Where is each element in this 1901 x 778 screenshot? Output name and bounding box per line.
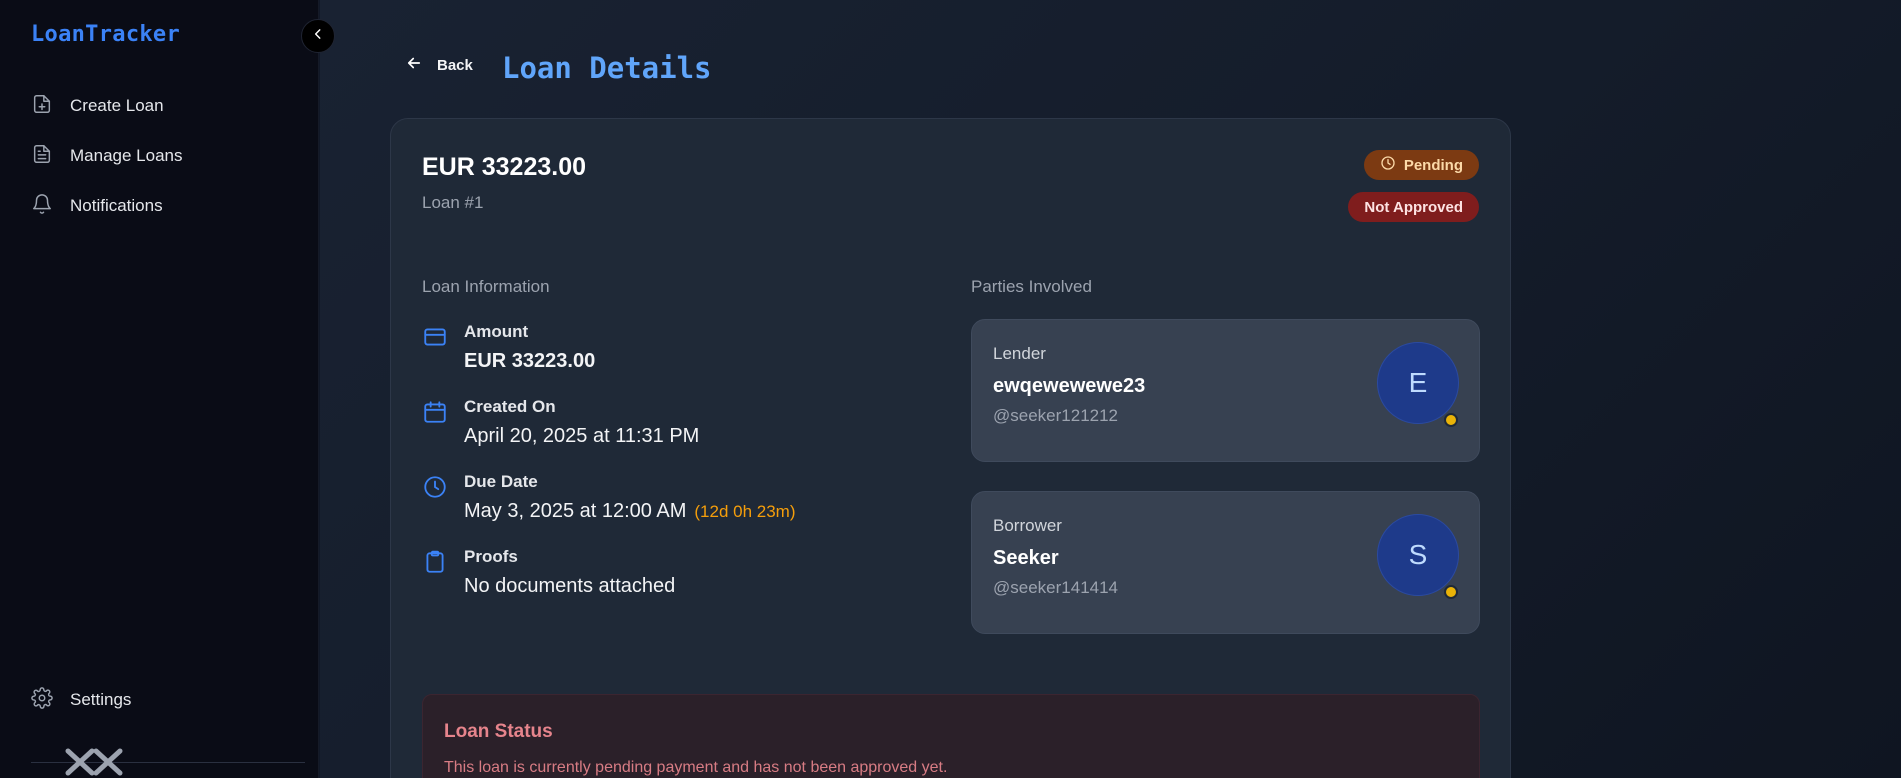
lender-handle: @seeker121212	[993, 406, 1119, 425]
clock-icon	[422, 474, 448, 500]
created-label: Created On	[464, 397, 556, 416]
info-row-proofs: Proofs No documents attached	[422, 547, 675, 598]
sidebar-item-label: Notifications	[70, 196, 163, 215]
info-row-amount: Amount EUR 33223.00	[422, 322, 595, 373]
bell-icon	[31, 193, 53, 220]
loan-information-heading: Loan Information	[422, 277, 550, 296]
chevron-left-icon	[311, 27, 325, 46]
lender-avatar: E	[1377, 342, 1459, 424]
lender-status-dot	[1444, 413, 1458, 427]
borrower-avatar: S	[1377, 514, 1459, 596]
amount-label: Amount	[464, 322, 529, 341]
info-row-due-date: Due Date May 3, 2025 at 12:00 AM (12d 0h …	[422, 472, 796, 523]
borrower-role: Borrower	[993, 516, 1062, 535]
brand-logo[interactable]: LoanTracker	[31, 22, 180, 47]
loan-number: Loan #1	[422, 193, 484, 212]
lender-name: ewqewewewe23	[993, 375, 1146, 397]
back-button[interactable]: Back	[405, 54, 473, 76]
loan-details-card: EUR 33223.00 Loan #1 Pending Not Approve…	[390, 118, 1511, 778]
amount-value: EUR 33223.00	[464, 350, 596, 372]
proofs-value: No documents attached	[464, 575, 676, 597]
back-label: Back	[437, 56, 473, 74]
lender-card[interactable]: Lender ewqewewewe23 @seeker121212 E	[971, 319, 1480, 462]
app-logo-icon	[62, 745, 126, 778]
clipboard-icon	[422, 549, 448, 575]
status-badge-pending: Pending	[1363, 150, 1479, 180]
loan-status-title: Loan Status	[444, 721, 553, 742]
borrower-handle: @seeker141414	[993, 578, 1119, 597]
borrower-name: Seeker	[993, 547, 1059, 569]
page-title: Loan Details	[502, 51, 712, 85]
due-date-value: May 3, 2025 at 12:00 AM	[464, 500, 687, 522]
sidebar-item-settings[interactable]: Settings	[31, 685, 131, 715]
sidebar-item-create-loan[interactable]: Create Loan	[31, 91, 164, 121]
info-row-created: Created On April 20, 2025 at 11:31 PM	[422, 397, 699, 448]
sidebar-collapse-button[interactable]	[301, 19, 335, 53]
file-plus-icon	[31, 93, 53, 120]
sidebar-item-label: Manage Loans	[70, 146, 183, 165]
arrow-left-icon	[405, 54, 423, 76]
due-date-value-line: May 3, 2025 at 12:00 AM (12d 0h 23m)	[464, 500, 796, 523]
sidebar-item-label: Settings	[70, 690, 132, 709]
sidebar-item-manage-loans[interactable]: Manage Loans	[31, 141, 182, 171]
borrower-status-dot	[1444, 585, 1458, 599]
sidebar: LoanTracker Create Loan Manage Loans Not…	[0, 0, 319, 778]
created-value: April 20, 2025 at 11:31 PM	[464, 425, 700, 447]
parties-involved-heading: Parties Involved	[971, 277, 1092, 296]
file-text-icon	[31, 143, 53, 170]
credit-card-icon	[422, 324, 448, 350]
clock-icon	[1380, 155, 1396, 175]
loan-status-panel: Loan Status This loan is currently pendi…	[422, 694, 1480, 778]
proofs-label: Proofs	[464, 547, 518, 566]
sidebar-item-notifications[interactable]: Notifications	[31, 191, 163, 221]
lender-role: Lender	[993, 344, 1046, 363]
due-countdown: (12d 0h 23m)	[694, 502, 796, 521]
borrower-card[interactable]: Borrower Seeker @seeker141414 S	[971, 491, 1480, 634]
due-date-label: Due Date	[464, 472, 538, 491]
sidebar-item-label: Create Loan	[70, 96, 164, 115]
gear-icon	[31, 686, 53, 714]
approval-badge: Not Approved	[1348, 192, 1479, 222]
loan-amount-title: EUR 33223.00	[422, 153, 587, 181]
status-badge-label: Pending	[1403, 156, 1463, 174]
loan-status-text: This loan is currently pending payment a…	[444, 759, 948, 776]
calendar-icon	[422, 399, 448, 425]
